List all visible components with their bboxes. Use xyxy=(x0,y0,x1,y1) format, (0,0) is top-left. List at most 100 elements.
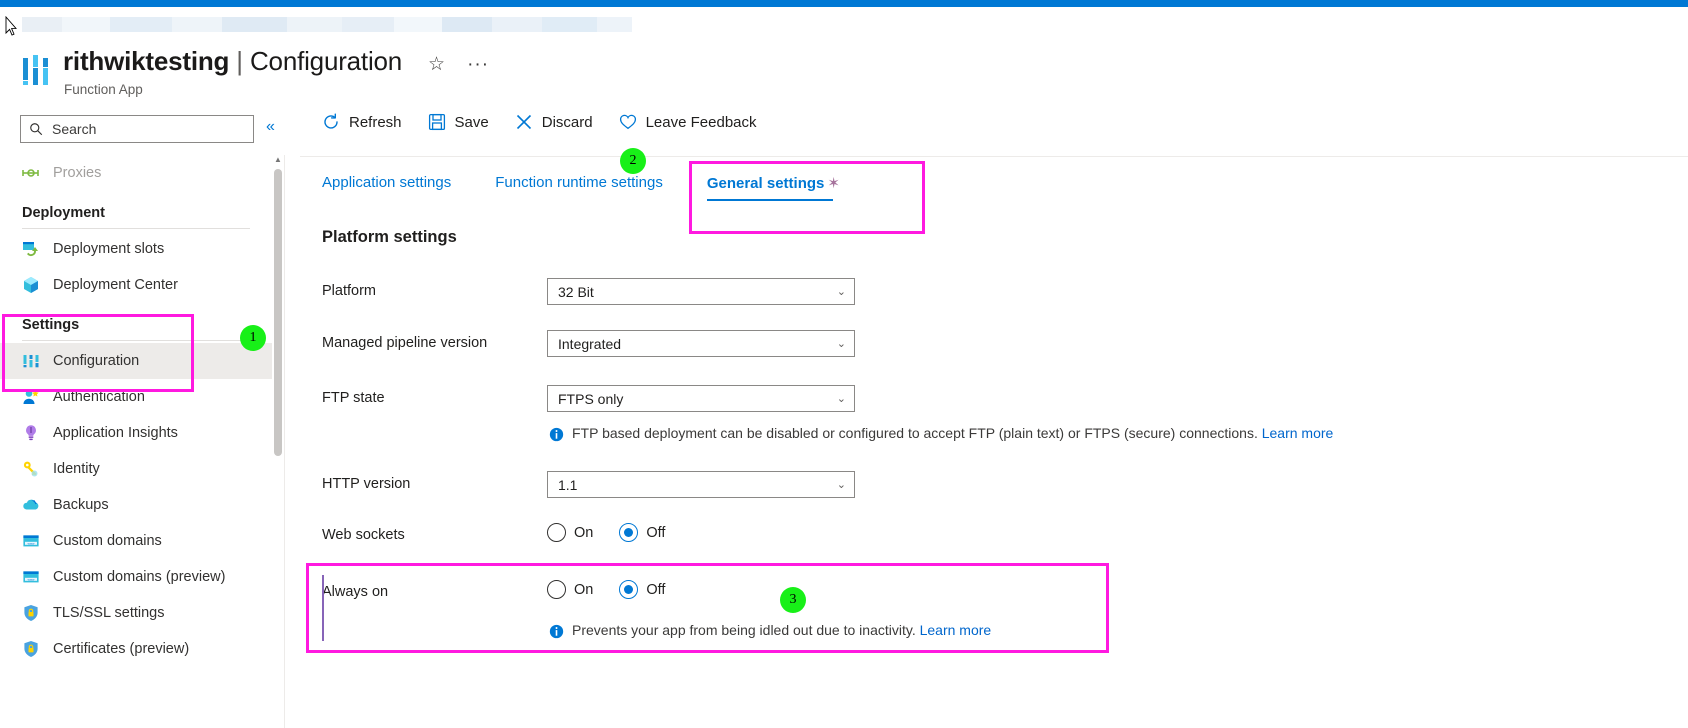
field-dropdown[interactable]: 1.1 ⌄ xyxy=(547,471,855,498)
radio-indicator[interactable] xyxy=(619,523,639,542)
chevron-down-icon: ⌄ xyxy=(836,338,846,350)
search-box[interactable] xyxy=(20,115,254,143)
command-bar-divider xyxy=(300,156,1688,157)
refresh-button[interactable]: Refresh xyxy=(322,113,402,131)
page-title: rithwiktesting | Configuration ☆ ··· xyxy=(63,46,489,77)
sidebar-item-custom-domains[interactable]: www Custom domains xyxy=(0,523,272,559)
search-input[interactable] xyxy=(50,120,235,138)
step-badge-1: 1 xyxy=(240,325,266,351)
radio-option-off[interactable]: Off xyxy=(619,523,665,542)
sidebar-item-deployment-slots[interactable]: Deployment slots xyxy=(0,231,272,267)
discard-button[interactable]: Discard xyxy=(515,113,593,131)
sidebar-group-divider xyxy=(22,340,250,341)
save-button[interactable]: Save xyxy=(428,113,489,131)
radio-option-label: On xyxy=(574,581,594,598)
mouse-cursor-icon xyxy=(5,16,17,36)
star-icon[interactable]: ☆ xyxy=(428,53,445,76)
settings-tabs[interactable]: Application settings Function runtime set… xyxy=(322,170,884,201)
field-dropdown[interactable]: 32 Bit ⌄ xyxy=(547,278,855,305)
field-label: FTP state xyxy=(322,390,385,406)
command-button-label: Discard xyxy=(541,113,593,131)
radio-option-on[interactable]: On xyxy=(547,580,593,599)
sidebar-item-label: Deployment Center xyxy=(53,277,178,293)
svg-text:www: www xyxy=(28,541,35,545)
field-hint: Prevents your app from being idled out d… xyxy=(549,622,991,639)
command-button-label: Refresh xyxy=(349,113,402,131)
sidebar-item-label: Authentication xyxy=(53,389,145,405)
radio-option-label: Off xyxy=(646,524,666,541)
save-disk-icon xyxy=(428,113,445,131)
sidebar-group-settings: Settings xyxy=(0,303,272,333)
sidebar-item-label: Deployment slots xyxy=(53,241,165,257)
scroll-up-arrow-icon[interactable]: ▲ xyxy=(274,155,282,167)
tab-application-settings[interactable]: Application settings xyxy=(322,170,451,200)
close-x-icon xyxy=(516,114,531,130)
deployment-center-icon xyxy=(24,277,38,293)
title-separator: | xyxy=(236,46,243,76)
sidebar-item-configuration[interactable]: Configuration xyxy=(0,343,272,379)
leave-feedback-button[interactable]: Leave Feedback xyxy=(619,113,757,131)
ellipsis-icon[interactable]: ··· xyxy=(467,54,489,76)
sidebar-item-deployment-center[interactable]: Deployment Center xyxy=(0,267,272,303)
radio-option-on[interactable]: On xyxy=(547,523,593,542)
step-badge-2-label: 2 xyxy=(629,153,637,168)
field-label: Platform xyxy=(322,283,376,299)
radio-option-label: Off xyxy=(646,581,666,598)
sidebar-item-label: Identity xyxy=(53,461,100,477)
field-radio-group[interactable]: On Off xyxy=(547,523,665,542)
sidebar-group-divider xyxy=(22,228,250,229)
resource-menu-sidebar[interactable]: Proxies Deployment Deployment slots Deploym… xyxy=(0,155,272,728)
collapse-sidebar-button[interactable]: « xyxy=(266,118,275,136)
breadcrumb-loading-placeholder xyxy=(22,17,632,32)
backups-cloud-icon xyxy=(23,499,39,510)
sidebar-item-label: Custom domains xyxy=(53,533,162,549)
info-icon xyxy=(549,427,564,442)
refresh-icon xyxy=(324,113,338,129)
command-button-label: Leave Feedback xyxy=(645,113,757,131)
tab-general-settings[interactable]: General settings ✶ xyxy=(706,170,840,201)
configuration-icon xyxy=(23,355,39,368)
authentication-icon xyxy=(23,390,39,404)
step-badge-1-label: 1 xyxy=(249,330,257,345)
dropdown-value: 1.1 xyxy=(558,476,578,493)
sidebar-group-label: Settings xyxy=(22,317,80,333)
sidebar-item-tls-ssl-settings[interactable]: TLS/SSL settings xyxy=(0,595,272,631)
sidebar-item-backups[interactable]: Backups xyxy=(0,487,272,523)
sidebar-item-label: Proxies xyxy=(53,165,102,181)
sidebar-divider xyxy=(284,155,285,728)
radio-option-label: On xyxy=(574,524,594,541)
radio-indicator[interactable] xyxy=(547,523,566,542)
custom-domains-icon: www xyxy=(23,571,39,583)
function-app-icon xyxy=(23,55,48,85)
sidebar-item-authentication[interactable]: Authentication xyxy=(0,379,272,415)
field-radio-group[interactable]: On Off xyxy=(547,580,665,599)
step-badge-3-label: 3 xyxy=(789,592,797,607)
always-on-accent-bar xyxy=(322,575,324,641)
command-bar[interactable]: Refresh Save Discard Leave Feedback xyxy=(322,113,757,131)
shield-lock-icon xyxy=(24,641,38,657)
sidebar-item-label: Configuration xyxy=(53,353,140,369)
field-dropdown[interactable]: Integrated ⌄ xyxy=(547,330,855,357)
resource-name: rithwiktesting xyxy=(63,46,230,76)
radio-indicator[interactable] xyxy=(619,580,639,599)
sidebar-item-label: Backups xyxy=(53,497,109,513)
learn-more-link[interactable]: Learn more xyxy=(920,622,992,638)
sidebar-item-custom-domains-preview[interactable]: www Custom domains (preview) xyxy=(0,559,272,595)
sidebar-item-identity[interactable]: Identity xyxy=(0,451,272,487)
radio-indicator[interactable] xyxy=(547,580,566,599)
deployment-slots-icon xyxy=(23,242,38,256)
sidebar-item-certificates-preview[interactable]: Certificates (preview) xyxy=(0,631,272,667)
field-dropdown[interactable]: FTPS only ⌄ xyxy=(547,385,855,412)
application-insights-icon xyxy=(26,425,36,441)
svg-text:www: www xyxy=(28,577,35,581)
sidebar-item-application-insights[interactable]: Application Insights xyxy=(0,415,272,451)
field-hint: FTP based deployment can be disabled or … xyxy=(549,425,1333,442)
dropdown-value: 32 Bit xyxy=(558,283,594,300)
sidebar-scrollbar[interactable]: ▲ xyxy=(274,155,282,728)
info-icon xyxy=(549,624,564,639)
learn-more-link[interactable]: Learn more xyxy=(1262,425,1334,441)
sidebar-scrollbar-thumb[interactable] xyxy=(274,169,282,456)
radio-option-off[interactable]: Off xyxy=(619,580,665,599)
tab-function-runtime-settings[interactable]: Function runtime settings xyxy=(495,170,663,200)
proxies-icon xyxy=(22,169,39,177)
